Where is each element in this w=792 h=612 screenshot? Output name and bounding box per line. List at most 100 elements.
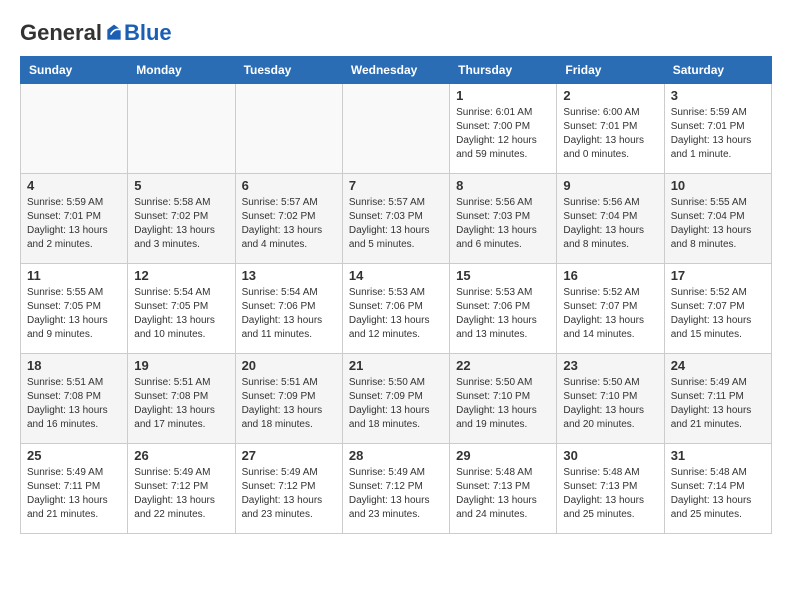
weekday-header-wednesday: Wednesday (342, 57, 449, 84)
day-number: 26 (134, 448, 228, 463)
day-number: 1 (456, 88, 550, 103)
weekday-header-saturday: Saturday (664, 57, 771, 84)
day-info: Sunrise: 5:56 AM Sunset: 7:04 PM Dayligh… (563, 196, 657, 252)
day-number: 29 (456, 448, 550, 463)
day-info: Sunrise: 5:48 AM Sunset: 7:13 PM Dayligh… (456, 466, 550, 522)
day-info: Sunrise: 5:49 AM Sunset: 7:12 PM Dayligh… (349, 466, 443, 522)
calendar-cell: 31 Sunrise: 5:48 AM Sunset: 7:14 PM Dayli… (664, 444, 771, 534)
day-info: Sunrise: 5:50 AM Sunset: 7:10 PM Dayligh… (456, 376, 550, 432)
calendar-cell (342, 84, 449, 174)
day-number: 27 (242, 448, 336, 463)
day-info: Sunrise: 5:58 AM Sunset: 7:02 PM Dayligh… (134, 196, 228, 252)
day-number: 22 (456, 358, 550, 373)
day-info: Sunrise: 5:57 AM Sunset: 7:02 PM Dayligh… (242, 196, 336, 252)
calendar-cell: 8Sunrise: 5:56 AM Sunset: 7:03 PM Daylig… (450, 174, 557, 264)
day-info: Sunrise: 5:54 AM Sunset: 7:06 PM Dayligh… (242, 286, 336, 342)
day-number: 9 (563, 178, 657, 193)
calendar-cell: 3 Sunrise: 5:59 AM Sunset: 7:01 PM Daylig… (664, 84, 771, 174)
day-number: 5 (134, 178, 228, 193)
day-number: 23 (563, 358, 657, 373)
calendar-cell (235, 84, 342, 174)
weekday-header-tuesday: Tuesday (235, 57, 342, 84)
day-number: 6 (242, 178, 336, 193)
calendar-cell: 10 Sunrise: 5:55 AM Sunset: 7:04 PM Dayli… (664, 174, 771, 264)
calendar-cell: 1 Sunrise: 6:01 AM Sunset: 7:00 PM Daylig… (450, 84, 557, 174)
day-info: Sunrise: 5:59 AM Sunset: 7:01 PM Dayligh… (27, 196, 121, 252)
day-info: Sunrise: 5:53 AM Sunset: 7:06 PM Dayligh… (349, 286, 443, 342)
day-number: 2 (563, 88, 657, 103)
day-info: Sunrise: 5:50 AM Sunset: 7:10 PM Dayligh… (563, 376, 657, 432)
calendar-cell (128, 84, 235, 174)
day-number: 28 (349, 448, 443, 463)
day-info: Sunrise: 6:01 AM Sunset: 7:00 PM Dayligh… (456, 106, 550, 162)
day-info: Sunrise: 6:00 AM Sunset: 7:01 PM Dayligh… (563, 106, 657, 162)
day-number: 3 (671, 88, 765, 103)
day-number: 15 (456, 268, 550, 283)
day-number: 31 (671, 448, 765, 463)
calendar-cell: 4Sunrise: 5:59 AM Sunset: 7:01 PM Daylig… (21, 174, 128, 264)
day-info: Sunrise: 5:49 AM Sunset: 7:12 PM Dayligh… (242, 466, 336, 522)
logo-general: General (20, 20, 102, 46)
day-info: Sunrise: 5:53 AM Sunset: 7:06 PM Dayligh… (456, 286, 550, 342)
day-number: 10 (671, 178, 765, 193)
calendar-cell: 25 Sunrise: 5:49 AM Sunset: 7:11 PM Dayli… (21, 444, 128, 534)
logo: General Blue (20, 20, 172, 46)
day-info: Sunrise: 5:49 AM Sunset: 7:12 PM Dayligh… (134, 466, 228, 522)
day-number: 20 (242, 358, 336, 373)
day-number: 17 (671, 268, 765, 283)
weekday-header-sunday: Sunday (21, 57, 128, 84)
day-info: Sunrise: 5:51 AM Sunset: 7:08 PM Dayligh… (134, 376, 228, 432)
calendar-cell: 2 Sunrise: 6:00 AM Sunset: 7:01 PM Daylig… (557, 84, 664, 174)
day-info: Sunrise: 5:48 AM Sunset: 7:14 PM Dayligh… (671, 466, 765, 522)
calendar-cell: 28 Sunrise: 5:49 AM Sunset: 7:12 PM Dayli… (342, 444, 449, 534)
calendar-cell: 30Sunrise: 5:48 AM Sunset: 7:13 PM Dayli… (557, 444, 664, 534)
day-number: 19 (134, 358, 228, 373)
day-info: Sunrise: 5:49 AM Sunset: 7:11 PM Dayligh… (27, 466, 121, 522)
calendar-cell: 26 Sunrise: 5:49 AM Sunset: 7:12 PM Dayli… (128, 444, 235, 534)
day-number: 25 (27, 448, 121, 463)
day-number: 21 (349, 358, 443, 373)
day-number: 8 (456, 178, 550, 193)
day-info: Sunrise: 5:57 AM Sunset: 7:03 PM Dayligh… (349, 196, 443, 252)
calendar-cell: 19 Sunrise: 5:51 AM Sunset: 7:08 PM Dayli… (128, 354, 235, 444)
calendar-cell: 14 Sunrise: 5:53 AM Sunset: 7:06 PM Dayli… (342, 264, 449, 354)
calendar-cell: 22 Sunrise: 5:50 AM Sunset: 7:10 PM Dayli… (450, 354, 557, 444)
calendar-header: SundayMondayTuesdayWednesdayThursdayFrid… (21, 57, 772, 84)
day-info: Sunrise: 5:54 AM Sunset: 7:05 PM Dayligh… (134, 286, 228, 342)
day-info: Sunrise: 5:55 AM Sunset: 7:04 PM Dayligh… (671, 196, 765, 252)
calendar-cell (21, 84, 128, 174)
calendar-cell: 12Sunrise: 5:54 AM Sunset: 7:05 PM Dayli… (128, 264, 235, 354)
calendar-cell: 20 Sunrise: 5:51 AM Sunset: 7:09 PM Dayli… (235, 354, 342, 444)
week-row-4: 18Sunrise: 5:51 AM Sunset: 7:08 PM Dayli… (21, 354, 772, 444)
calendar-cell: 17Sunrise: 5:52 AM Sunset: 7:07 PM Dayli… (664, 264, 771, 354)
day-number: 16 (563, 268, 657, 283)
weekday-header-thursday: Thursday (450, 57, 557, 84)
day-info: Sunrise: 5:51 AM Sunset: 7:08 PM Dayligh… (27, 376, 121, 432)
calendar-cell: 15 Sunrise: 5:53 AM Sunset: 7:06 PM Dayli… (450, 264, 557, 354)
day-info: Sunrise: 5:51 AM Sunset: 7:09 PM Dayligh… (242, 376, 336, 432)
calendar-table: SundayMondayTuesdayWednesdayThursdayFrid… (20, 56, 772, 534)
day-number: 11 (27, 268, 121, 283)
calendar-cell: 16Sunrise: 5:52 AM Sunset: 7:07 PM Dayli… (557, 264, 664, 354)
logo-blue: Blue (124, 20, 172, 46)
weekday-row: SundayMondayTuesdayWednesdayThursdayFrid… (21, 57, 772, 84)
calendar-cell: 9 Sunrise: 5:56 AM Sunset: 7:04 PM Daylig… (557, 174, 664, 264)
calendar-cell: 6 Sunrise: 5:57 AM Sunset: 7:02 PM Daylig… (235, 174, 342, 264)
day-info: Sunrise: 5:55 AM Sunset: 7:05 PM Dayligh… (27, 286, 121, 342)
calendar-cell: 24Sunrise: 5:49 AM Sunset: 7:11 PM Dayli… (664, 354, 771, 444)
logo-icon (104, 23, 124, 43)
calendar-cell: 7Sunrise: 5:57 AM Sunset: 7:03 PM Daylig… (342, 174, 449, 264)
day-number: 14 (349, 268, 443, 283)
calendar-cell: 27 Sunrise: 5:49 AM Sunset: 7:12 PM Dayli… (235, 444, 342, 534)
week-row-5: 25 Sunrise: 5:49 AM Sunset: 7:11 PM Dayli… (21, 444, 772, 534)
weekday-header-monday: Monday (128, 57, 235, 84)
day-number: 24 (671, 358, 765, 373)
calendar-cell: 11 Sunrise: 5:55 AM Sunset: 7:05 PM Dayli… (21, 264, 128, 354)
week-row-1: 1 Sunrise: 6:01 AM Sunset: 7:00 PM Daylig… (21, 84, 772, 174)
calendar-cell: 5 Sunrise: 5:58 AM Sunset: 7:02 PM Daylig… (128, 174, 235, 264)
week-row-3: 11 Sunrise: 5:55 AM Sunset: 7:05 PM Dayli… (21, 264, 772, 354)
week-row-2: 4Sunrise: 5:59 AM Sunset: 7:01 PM Daylig… (21, 174, 772, 264)
header: General Blue (20, 20, 772, 46)
day-info: Sunrise: 5:50 AM Sunset: 7:09 PM Dayligh… (349, 376, 443, 432)
day-info: Sunrise: 5:59 AM Sunset: 7:01 PM Dayligh… (671, 106, 765, 162)
